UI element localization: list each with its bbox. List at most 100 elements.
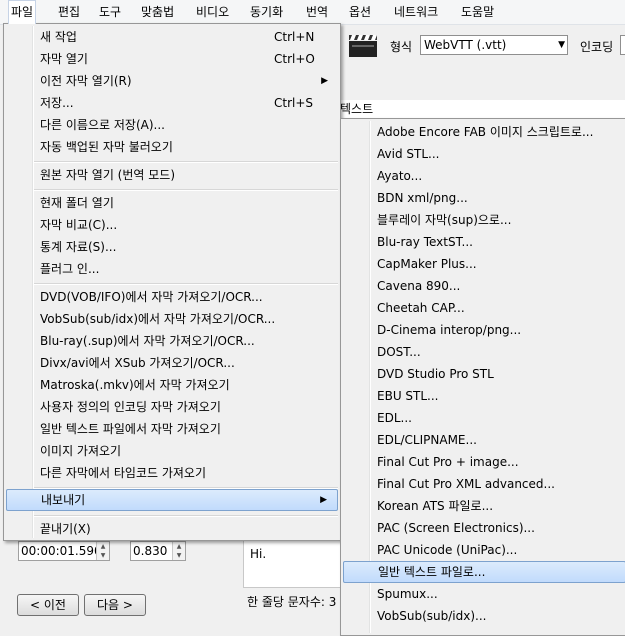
menu-item-export[interactable]: 내보내기 ▶	[6, 489, 338, 511]
menu-item-label: EDL...	[377, 411, 412, 425]
menu-file[interactable]: 파일	[8, 0, 37, 24]
menu-item-save-as[interactable]: 다른 이름으로 저장(A)...	[6, 114, 338, 136]
stepper-down-icon[interactable]: ▼	[97, 551, 109, 560]
export-item-ebu-stl[interactable]: EBU STL...	[343, 385, 625, 407]
menu-translation[interactable]: 번역	[304, 0, 330, 24]
export-item-cheetah[interactable]: Cheetah CAP...	[343, 297, 625, 319]
menu-item-label: Divx/avi에서 XSub 가져오기/OCR...	[40, 356, 235, 370]
menu-item-compare[interactable]: 자막 비교(C)...	[6, 214, 338, 236]
menu-item-label: 플러그 인...	[40, 262, 100, 276]
menu-item-label: D-Cinema interop/png...	[377, 323, 522, 337]
menu-item-label: 일반 텍스트 파일에서 자막 가져오기	[40, 422, 221, 436]
menu-item-import-vobsub[interactable]: VobSub(sub/idx)에서 자막 가져오기/OCR...	[6, 308, 338, 330]
export-item-bluray-textst[interactable]: Blu-ray TextST...	[343, 231, 625, 253]
subtitle-text-input[interactable]: Hi.	[243, 538, 345, 588]
menu-item-import-xsub[interactable]: Divx/avi에서 XSub 가져오기/OCR...	[6, 352, 338, 374]
encoding-label: 인코딩	[580, 40, 614, 54]
menu-help[interactable]: 도움말	[459, 0, 496, 24]
export-item-fcp-image[interactable]: Final Cut Pro + image...	[343, 451, 625, 473]
menu-tools[interactable]: 도구	[97, 0, 123, 24]
format-label: 형식	[390, 40, 413, 54]
menu-item-exit[interactable]: 끝내기(X)	[6, 518, 338, 540]
menu-item-import-images[interactable]: 이미지 가져오기	[6, 440, 338, 462]
menu-item-label: DVD Studio Pro STL	[377, 367, 494, 381]
menu-item-reopen[interactable]: 이전 자막 열기(R) ▶	[6, 70, 338, 92]
menu-item-label: 저장...	[40, 96, 74, 110]
duration-stepper[interactable]: ▲ ▼	[172, 542, 185, 560]
menu-item-label: EDL/CLIPNAME...	[377, 433, 477, 447]
menu-item-shortcut: Ctrl+N	[274, 30, 315, 44]
menu-item-restore-autobackup[interactable]: 자동 백업된 자막 불러오기	[6, 136, 338, 158]
grid-text-column-header[interactable]: 텍스트	[340, 100, 625, 119]
menu-item-label: 사용자 정의의 인코딩 자막 가져오기	[40, 400, 221, 414]
start-time-input[interactable]: 00:00:01.590 ▲ ▼	[18, 541, 110, 561]
export-item-vobsub[interactable]: VobSub(sub/idx)...	[343, 605, 625, 627]
menu-separator	[34, 515, 338, 517]
menu-item-label: 일반 텍스트 파일로...	[378, 565, 486, 579]
export-item-ayato[interactable]: Ayato...	[343, 165, 625, 187]
export-item-adobe-encore[interactable]: Adobe Encore FAB 이미지 스크립트로...	[343, 121, 625, 143]
export-item-dost[interactable]: DOST...	[343, 341, 625, 363]
menu-network[interactable]: 네트워크	[392, 0, 440, 24]
export-item-edl-clipname[interactable]: EDL/CLIPNAME...	[343, 429, 625, 451]
format-select[interactable]: WebVTT (.vtt) ▼	[420, 35, 568, 55]
submenu-arrow-icon: ▶	[321, 76, 328, 86]
duration-input[interactable]: 0.830 ▲ ▼	[130, 541, 186, 561]
menu-item-label: Blu-ray(.sup)에서 자막 가져오기/OCR...	[40, 334, 255, 348]
export-item-capmaker[interactable]: CapMaker Plus...	[343, 253, 625, 275]
menu-item-plugins[interactable]: 플러그 인...	[6, 258, 338, 280]
menu-item-import-bluray[interactable]: Blu-ray(.sup)에서 자막 가져오기/OCR...	[6, 330, 338, 352]
menu-spelling[interactable]: 맞춤법	[139, 0, 176, 24]
export-item-pac[interactable]: PAC (Screen Electronics)...	[343, 517, 625, 539]
chars-per-line-label: 한 줄당 문자수: 3	[247, 595, 337, 609]
export-item-dvd-studio-pro[interactable]: DVD Studio Pro STL	[343, 363, 625, 385]
menu-item-import-dvd[interactable]: DVD(VOB/IFO)에서 자막 가져오기/OCR...	[6, 286, 338, 308]
menu-options[interactable]: 옵션	[347, 0, 373, 24]
menu-item-label: 자동 백업된 자막 불러오기	[40, 140, 173, 154]
menu-item-open-original[interactable]: 원본 자막 열기 (번역 모드)	[6, 164, 338, 186]
export-item-spumux[interactable]: Spumux...	[343, 583, 625, 605]
menu-item-label: 다른 자막에서 타임코드 가져오기	[40, 466, 207, 480]
menu-item-import-timecodes[interactable]: 다른 자막에서 타임코드 가져오기	[6, 462, 338, 484]
next-button[interactable]: 다음 >	[84, 594, 146, 616]
start-time-stepper[interactable]: ▲ ▼	[96, 542, 109, 560]
export-item-cavena[interactable]: Cavena 890...	[343, 275, 625, 297]
video-clapper-icon[interactable]	[348, 32, 378, 58]
menu-item-label: Avid STL...	[377, 147, 440, 161]
previous-button[interactable]: < 이전	[17, 594, 79, 616]
export-item-pac-unicode[interactable]: PAC Unicode (UniPac)...	[343, 539, 625, 561]
format-select-value: WebVTT (.vtt)	[424, 38, 507, 52]
stepper-down-icon[interactable]: ▼	[173, 551, 185, 560]
menu-synchronization[interactable]: 동기화	[248, 0, 285, 24]
menu-item-label: Matroska(.mkv)에서 자막 가져오기	[40, 378, 230, 392]
menu-item-import-plain-text[interactable]: 일반 텍스트 파일에서 자막 가져오기	[6, 418, 338, 440]
menu-item-label: 끝내기(X)	[40, 522, 91, 536]
export-item-fcp-xml[interactable]: Final Cut Pro XML advanced...	[343, 473, 625, 495]
menu-item-open[interactable]: 자막 열기 Ctrl+O	[6, 48, 338, 70]
export-item-korean-ats[interactable]: Korean ATS 파일로...	[343, 495, 625, 517]
export-item-bluray-sup[interactable]: 블루레이 자막(sup)으로...	[343, 209, 625, 231]
menu-video[interactable]: 비디오	[194, 0, 231, 24]
menu-item-import-custom-encoding[interactable]: 사용자 정의의 인코딩 자막 가져오기	[6, 396, 338, 418]
menu-item-new[interactable]: 새 작업 Ctrl+N	[6, 26, 338, 48]
menu-separator	[34, 161, 338, 163]
menu-item-open-folder[interactable]: 현재 폴더 열기	[6, 192, 338, 214]
export-item-edl[interactable]: EDL...	[343, 407, 625, 429]
menu-edit[interactable]: 편집	[56, 0, 82, 24]
menu-item-label: 원본 자막 열기 (번역 모드)	[40, 168, 176, 182]
menu-item-import-matroska[interactable]: Matroska(.mkv)에서 자막 가져오기	[6, 374, 338, 396]
menu-bar: 파일 편집 도구 맞춤법 비디오 동기화 번역 옵션 네트워크 도움말	[0, 0, 625, 25]
export-item-plain-text[interactable]: 일반 텍스트 파일로...	[343, 561, 625, 583]
menu-item-statistics[interactable]: 통계 자료(S)...	[6, 236, 338, 258]
export-item-dcinema[interactable]: D-Cinema interop/png...	[343, 319, 625, 341]
menu-item-label: Final Cut Pro + image...	[377, 455, 519, 469]
stepper-up-icon[interactable]: ▲	[97, 542, 109, 551]
encoding-select[interactable]	[620, 35, 625, 55]
menu-item-shortcut: Ctrl+O	[274, 52, 315, 66]
menu-item-label: 이전 자막 열기(R)	[40, 74, 132, 88]
stepper-up-icon[interactable]: ▲	[173, 542, 185, 551]
menu-item-save[interactable]: 저장... Ctrl+S	[6, 92, 338, 114]
menu-item-label: 자막 비교(C)...	[40, 218, 118, 232]
export-item-bdn-xml[interactable]: BDN xml/png...	[343, 187, 625, 209]
export-item-avid-stl[interactable]: Avid STL...	[343, 143, 625, 165]
